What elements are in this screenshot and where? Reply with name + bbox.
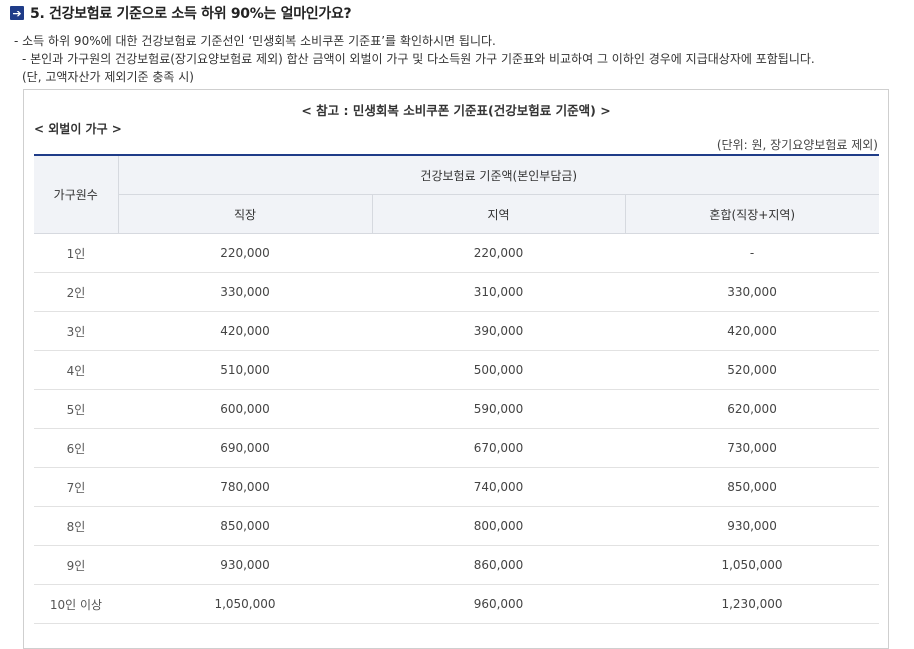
cell-mixed: 730,000 xyxy=(625,428,880,468)
cell-household: 2인 xyxy=(34,272,118,312)
cell-regional: 670,000 xyxy=(372,428,625,468)
premium-standard-table: 가구원수 건강보험료 기준액(본인부담금) 직장 지역 혼합(직장+지역) 1인… xyxy=(34,156,880,624)
cell-mixed: 620,000 xyxy=(625,389,880,429)
header-workplace: 직장 xyxy=(117,194,372,234)
cell-mixed: 930,000 xyxy=(625,506,880,546)
cell-workplace: 510,000 xyxy=(118,350,372,390)
cell-household: 10인 이상 xyxy=(34,584,118,624)
cell-mixed: 520,000 xyxy=(625,350,880,390)
cell-workplace: 220,000 xyxy=(118,233,372,273)
cell-regional: 740,000 xyxy=(372,467,625,507)
table-row: 10인 이상 1,050,000 960,000 1,230,000 xyxy=(34,584,880,624)
cell-household: 7인 xyxy=(34,467,118,507)
arrow-right-box-icon: ➔ xyxy=(10,6,24,20)
cell-mixed: 420,000 xyxy=(625,311,880,351)
cell-workplace: 690,000 xyxy=(118,428,372,468)
table-subheader-row: 직장 지역 혼합(직장+지역) xyxy=(34,194,880,234)
cell-regional: 390,000 xyxy=(372,311,625,351)
cell-regional: 590,000 xyxy=(372,389,625,429)
section-heading: ➔ 5. 건강보험료 기준으로 소득 하위 90%는 얼마인가요? xyxy=(10,4,352,22)
description-line: - 본인과 가구원의 건강보험료(장기요양보험료 제외) 합산 금액이 외벌이 … xyxy=(22,52,815,66)
table-row: 5인 600,000 590,000 620,000 xyxy=(34,389,880,429)
table-row: 9인 930,000 860,000 1,050,000 xyxy=(34,545,880,585)
cell-regional: 220,000 xyxy=(372,233,625,273)
description-line: - 소득 하위 90%에 대한 건강보험료 기준선인 ‘민생회복 소비쿠폰 기준… xyxy=(14,34,496,48)
reference-box: < 참고 : 민생회복 소비쿠폰 기준표(건강보험료 기준액) > < 외벌이 … xyxy=(23,89,889,649)
cell-household: 1인 xyxy=(34,233,118,273)
description: - 소득 하위 90%에 대한 건강보험료 기준선인 ‘민생회복 소비쿠폰 기준… xyxy=(14,32,815,86)
cell-household: 3인 xyxy=(34,311,118,351)
header-mixed: 혼합(직장+지역) xyxy=(624,194,880,234)
cell-regional: 860,000 xyxy=(372,545,625,585)
cell-regional: 800,000 xyxy=(372,506,625,546)
section-title: 5. 건강보험료 기준으로 소득 하위 90%는 얼마인가요? xyxy=(30,6,352,22)
table-header-row: 가구원수 건강보험료 기준액(본인부담금) xyxy=(34,156,880,234)
table-row: 7인 780,000 740,000 850,000 xyxy=(34,467,880,507)
cell-regional: 310,000 xyxy=(372,272,625,312)
cell-regional: 500,000 xyxy=(372,350,625,390)
cell-mixed: 1,230,000 xyxy=(625,584,880,624)
cell-household: 4인 xyxy=(34,350,118,390)
cell-regional: 960,000 xyxy=(372,584,625,624)
cell-mixed: - xyxy=(625,233,880,273)
table-row: 8인 850,000 800,000 930,000 xyxy=(34,506,880,546)
table-row: 4인 510,000 500,000 520,000 xyxy=(34,350,880,390)
cell-household: 8인 xyxy=(34,506,118,546)
cell-household: 9인 xyxy=(34,545,118,585)
household-type-label: < 외벌이 가구 > xyxy=(34,122,122,136)
table-row: 6인 690,000 670,000 730,000 xyxy=(34,428,880,468)
table-row: 3인 420,000 390,000 420,000 xyxy=(34,311,880,351)
cell-mixed: 850,000 xyxy=(625,467,880,507)
header-household: 가구원수 xyxy=(34,156,118,234)
unit-note: (단위: 원, 장기요양보험료 제외) xyxy=(716,138,878,152)
cell-mixed: 1,050,000 xyxy=(625,545,880,585)
header-group: 건강보험료 기준액(본인부담금) xyxy=(117,156,880,195)
cell-household: 5인 xyxy=(34,389,118,429)
cell-workplace: 850,000 xyxy=(118,506,372,546)
cell-workplace: 600,000 xyxy=(118,389,372,429)
cell-workplace: 1,050,000 xyxy=(118,584,372,624)
cell-workplace: 420,000 xyxy=(118,311,372,351)
cell-workplace: 780,000 xyxy=(118,467,372,507)
reference-title: < 참고 : 민생회복 소비쿠폰 기준표(건강보험료 기준액) > xyxy=(301,103,611,118)
description-note: (단, 고액자산가 제외기준 충족 시) xyxy=(22,70,194,84)
table-row: 1인 220,000 220,000- xyxy=(34,233,880,273)
cell-workplace: 930,000 xyxy=(118,545,372,585)
cell-workplace: 330,000 xyxy=(118,272,372,312)
cell-household: 6인 xyxy=(34,428,118,468)
header-regional: 지역 xyxy=(371,194,625,234)
table-row: 2인 330,000 310,000 330,000 xyxy=(34,272,880,312)
cell-mixed: 330,000 xyxy=(625,272,880,312)
